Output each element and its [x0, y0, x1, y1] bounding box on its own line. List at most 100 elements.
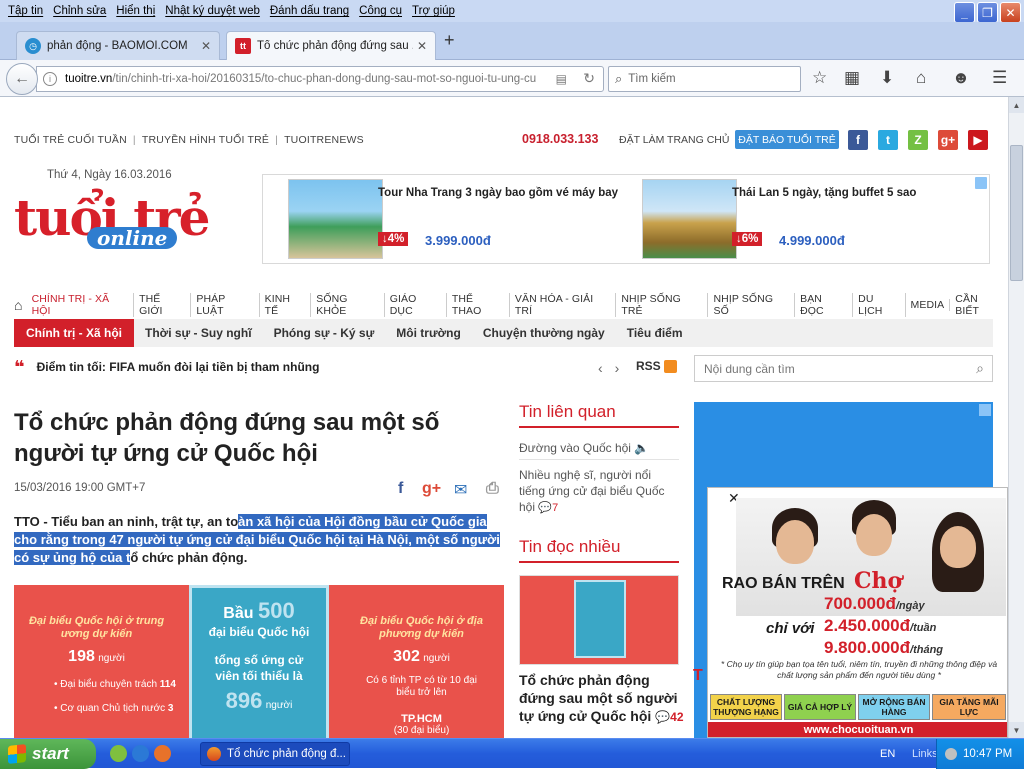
language-indicator[interactable]: EN [880, 748, 895, 760]
menu-view[interactable]: Hiển thị [116, 5, 155, 17]
nav-kinh-te[interactable]: KINH TẾ [260, 293, 312, 317]
menu-file[interactable]: Tập tin [8, 5, 43, 17]
bookmark-star-icon[interactable]: ☆ [812, 68, 827, 88]
googleplus-icon[interactable]: g+ [938, 130, 958, 150]
nav-can-biet[interactable]: CẦN BIẾT [950, 293, 1008, 317]
ad-title-1[interactable]: Tour Nha Trang 3 ngày bao gồm vé máy bay [378, 187, 618, 199]
popular-thumbnail[interactable] [519, 575, 679, 665]
subnav-phong-su[interactable]: Phóng sự - Ký sự [263, 326, 386, 340]
nav-the-gioi[interactable]: THẾ GIỚI [134, 293, 192, 317]
nav-du-lich[interactable]: DU LỊCH [853, 293, 906, 317]
search-icon[interactable]: ⌕ [976, 360, 984, 377]
share-email-icon[interactable]: ✉ [454, 480, 467, 500]
taskbar-task-firefox[interactable]: Tổ chức phản động đ... [200, 742, 350, 766]
site-search-input[interactable]: Nội dung cần tìm ⌕ [694, 355, 993, 382]
subscribe-button[interactable]: ĐẶT BÁO TUỔI TRẺ [735, 130, 839, 149]
nav-chinh-tri[interactable]: CHÍNH TRỊ - XÃ HỘI [27, 293, 135, 317]
ad-cta-expand[interactable]: MỞ RỘNG BÁN HÀNG [858, 694, 930, 720]
related-item-2[interactable]: Nhiều nghệ sĩ, người nổi tiếng ứng cử đạ… [519, 467, 679, 516]
quicklaunch-firefox-icon[interactable] [154, 745, 171, 762]
reload-icon[interactable]: ↻ [583, 70, 595, 87]
adchoices-icon[interactable] [979, 404, 991, 416]
tab-baomoi[interactable]: ◷ phản động - BAOMOI.COM ✕ [16, 31, 220, 60]
zing-icon[interactable]: Z [908, 130, 928, 150]
quicklaunch-media-icon[interactable] [110, 745, 127, 762]
bookmarks-menu-icon[interactable]: ▦ [844, 68, 860, 88]
subnav-thoi-su[interactable]: Thời sự - Suy nghĩ [134, 326, 263, 340]
top-banner-ad[interactable]: Tour Nha Trang 3 ngày bao gồm vé máy bay… [262, 174, 990, 264]
site-identity-icon[interactable]: i [43, 72, 57, 86]
tab-close-icon[interactable]: ✕ [417, 39, 427, 53]
menu-history[interactable]: Nhật ký duyệt web [165, 5, 260, 17]
ticker-next-icon[interactable]: › [615, 360, 620, 376]
menu-tools[interactable]: Công cụ [359, 5, 402, 17]
link-tuoitrenews[interactable]: TUOITRENEWS [284, 134, 364, 146]
url-bar[interactable]: i tuoitre.vn/tin/chinh-tri-xa-hoi/201603… [36, 66, 604, 92]
subnav-active[interactable]: Chính trị - Xã hội [14, 319, 134, 347]
link-tuoitre-cuoituan[interactable]: TUỔI TRẺ CUỐI TUẦN [14, 134, 127, 146]
scroll-down-icon[interactable]: ▼ [1009, 722, 1024, 738]
ad-url[interactable]: www.chocuoituan.vn [708, 722, 1007, 737]
set-homepage-link[interactable]: ĐẶT LÀM TRANG CHỦ [619, 134, 729, 146]
nav-nhip-song-so[interactable]: NHỊP SỐNG SỐ [708, 293, 796, 317]
minimize-button[interactable]: _ [954, 2, 975, 23]
hotline: 0918.033.133 [522, 132, 599, 146]
link-truyenhinh[interactable]: TRUYỀN HÌNH TUỔI TRẺ [142, 134, 269, 146]
start-button[interactable]: start [0, 739, 96, 769]
menu-edit[interactable]: Chỉnh sửa [53, 5, 106, 17]
back-button[interactable]: ← [6, 63, 38, 95]
nav-nhip-song-tre[interactable]: NHỊP SỐNG TRẺ [616, 293, 709, 317]
subnav-moi-truong[interactable]: Môi trường [385, 326, 472, 340]
search-input[interactable]: ⌕ Tìm kiếm [608, 66, 801, 92]
adchoices-icon[interactable] [975, 177, 987, 189]
chat-icon[interactable]: ☻ [952, 68, 970, 88]
facebook-icon[interactable]: f [848, 130, 868, 150]
tab-close-icon[interactable]: ✕ [201, 39, 211, 53]
rss-link[interactable]: RSS [636, 359, 677, 373]
ad-title-2[interactable]: Thái Lan 5 ngày, tặng buffet 5 sao [732, 187, 916, 199]
ad-image-nha-trang[interactable] [288, 179, 383, 259]
ticker-headline[interactable]: Điểm tin tối: FIFA muốn đòi lại tiền bị … [37, 360, 320, 374]
new-tab-button[interactable]: + [444, 30, 455, 51]
nav-the-thao[interactable]: THỂ THAO [447, 293, 510, 317]
vertical-scrollbar[interactable]: ▲ ▼ [1008, 97, 1024, 738]
tray-icon[interactable] [945, 748, 957, 760]
nav-giao-duc[interactable]: GIÁO DỤC [385, 293, 447, 317]
scroll-up-icon[interactable]: ▲ [1009, 97, 1024, 113]
clock[interactable]: 10:47 PM [963, 748, 1012, 760]
close-window-button[interactable]: ✕ [1000, 2, 1021, 23]
related-item-1[interactable]: Đường vào Quốc hội 🔈 [519, 440, 679, 456]
ad-image-thailand[interactable] [642, 179, 737, 259]
print-icon[interactable]: ⎙ [486, 480, 499, 498]
links-toolbar[interactable]: Links [912, 748, 938, 760]
menu-bookmarks[interactable]: Đánh dấu trang [270, 5, 349, 17]
reader-view-icon[interactable]: ▤ [556, 72, 567, 86]
popup-ad[interactable]: ✕ RAO BÁN TRÊN Chợ chỉ với 700.000đ/ngày… [707, 487, 1008, 738]
hamburger-menu-icon[interactable]: ☰ [992, 68, 1007, 88]
tab-tuoitre[interactable]: tt Tổ chức phản động đứng sau ... ✕ [226, 31, 436, 60]
ad-cta-quality[interactable]: CHẤT LƯỢNG THƯỢNG HẠNG [710, 694, 782, 720]
scroll-thumb[interactable] [1010, 145, 1023, 281]
youtube-icon[interactable]: ▶ [968, 130, 988, 150]
subnav-tieu-diem[interactable]: Tiêu điểm [616, 326, 694, 340]
share-facebook-icon[interactable]: f [398, 480, 403, 498]
ticker-prev-icon[interactable]: ‹ [598, 360, 603, 376]
home-icon[interactable]: ⌂ [14, 297, 23, 313]
twitter-icon[interactable]: t [878, 130, 898, 150]
quicklaunch-ie-icon[interactable] [132, 745, 149, 762]
maximize-button[interactable]: ❐ [977, 2, 998, 23]
popular-item[interactable]: Tổ chức phản động đứng sau một số người … [519, 671, 684, 726]
nav-media[interactable]: MEDIA [906, 299, 951, 311]
tuoitre-logo[interactable]: tuổi trẻ online [14, 189, 214, 261]
downloads-icon[interactable]: ⬇ [880, 68, 894, 88]
ad-cta-increase[interactable]: GIA TĂNG MÃI LỰC [932, 694, 1006, 720]
nav-ban-doc[interactable]: BẠN ĐỌC [795, 293, 854, 317]
nav-song-khoe[interactable]: SỐNG KHỎE [311, 293, 385, 317]
nav-van-hoa[interactable]: VĂN HÓA - GIẢI TRÍ [510, 293, 617, 317]
share-googleplus-icon[interactable]: g+ [422, 480, 441, 498]
ad-cta-price[interactable]: GIÁ CẢ HỢP LÝ [784, 694, 856, 720]
home-icon[interactable]: ⌂ [916, 68, 926, 88]
subnav-chuyen-thuong-ngay[interactable]: Chuyện thường ngày [472, 326, 616, 340]
menu-help[interactable]: Trợ giúp [412, 5, 455, 17]
nav-phap-luat[interactable]: PHÁP LUẬT [191, 293, 260, 317]
